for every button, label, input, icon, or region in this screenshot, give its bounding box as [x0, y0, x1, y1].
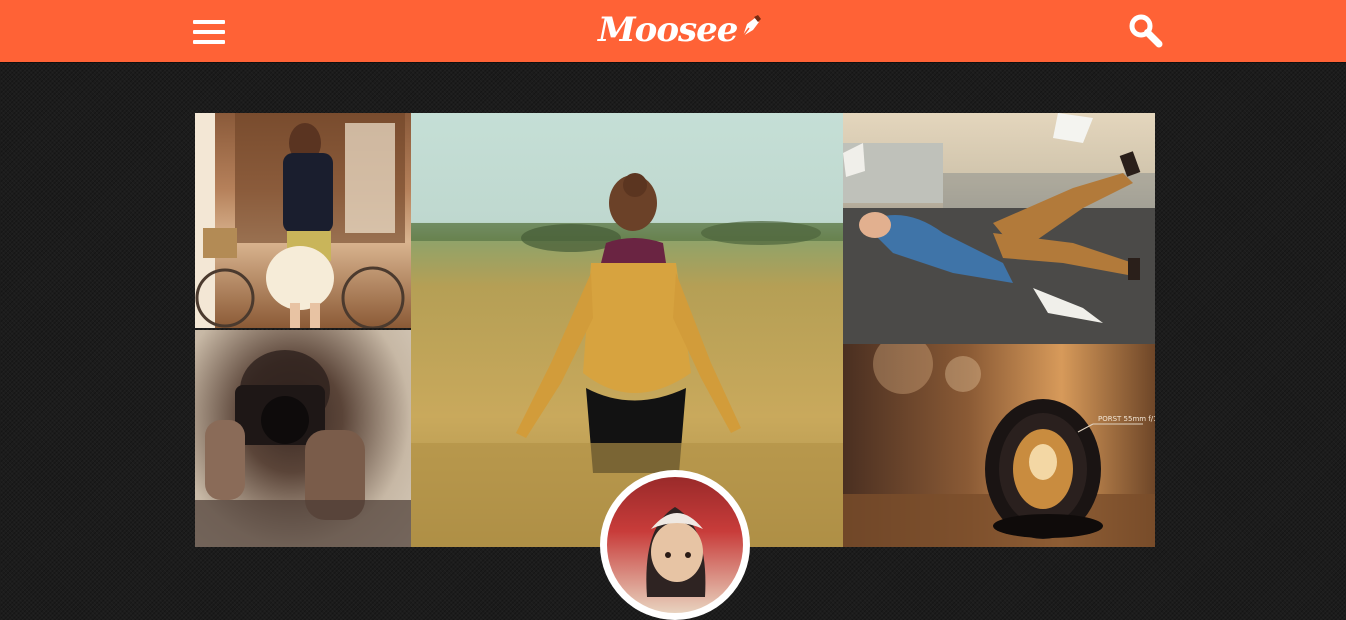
- photographer-with-camera-photo[interactable]: [195, 330, 411, 547]
- brand-name: Moosee: [598, 10, 738, 50]
- menu-line: [193, 30, 225, 34]
- woman-with-hat-and-bicycle-photo[interactable]: [195, 113, 411, 328]
- avatar-photo: [607, 477, 743, 613]
- profile-avatar[interactable]: [600, 470, 750, 620]
- hamburger-menu-icon[interactable]: [193, 19, 225, 45]
- camera-lens-on-table-photo[interactable]: PORST 55mm f/1.2: [843, 344, 1155, 547]
- pen-nib-icon: [742, 15, 762, 37]
- menu-line: [193, 20, 225, 24]
- man-levitating-with-papers-photo[interactable]: [843, 113, 1155, 344]
- lens-caption: PORST 55mm f/1.2: [1098, 415, 1155, 423]
- top-navigation-bar: Moosee: [0, 0, 1346, 62]
- menu-line: [193, 40, 225, 44]
- search-icon[interactable]: [1128, 13, 1164, 49]
- brand-logo[interactable]: Moosee: [598, 6, 762, 54]
- woman-walking-in-wheat-field-photo[interactable]: [411, 113, 843, 547]
